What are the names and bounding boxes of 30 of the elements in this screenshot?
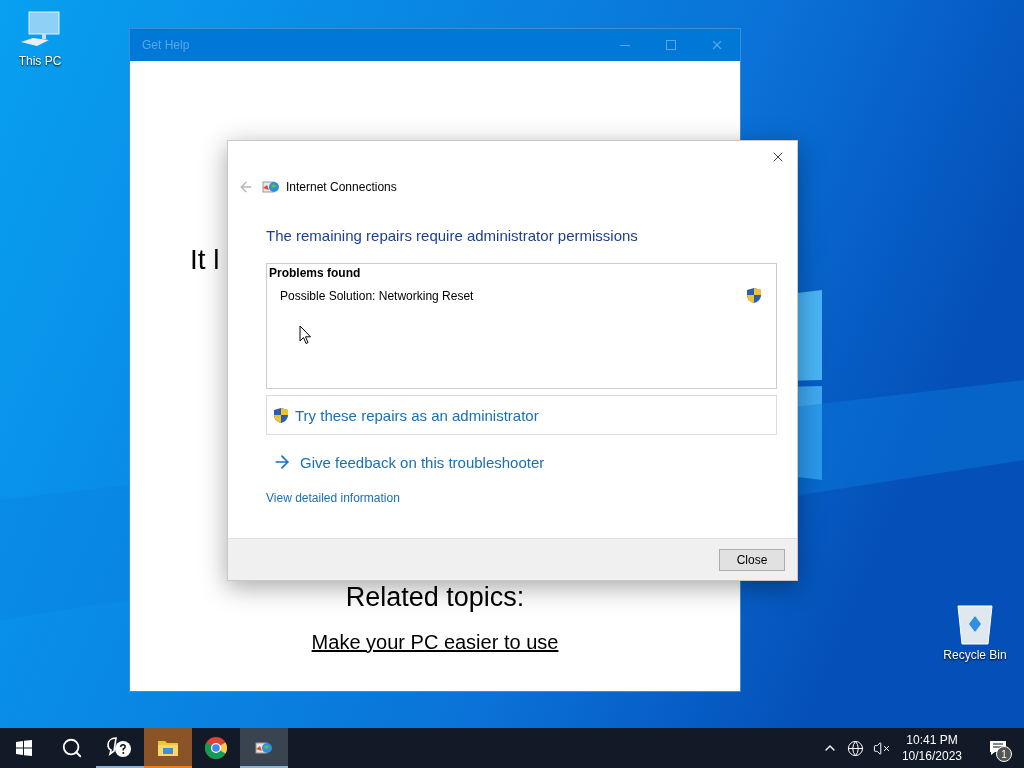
- window-title: Get Help: [142, 38, 191, 52]
- folder-icon: [157, 739, 179, 757]
- network-icon: [262, 179, 280, 195]
- help-chat-icon: [107, 736, 133, 760]
- network-globe-icon[interactable]: [845, 738, 866, 758]
- admin-repair-button[interactable]: Try these repairs as an administrator: [266, 395, 777, 435]
- dialog-title: Internet Connections: [286, 180, 397, 194]
- maximize-icon: [666, 40, 676, 50]
- related-topic-link[interactable]: Make your PC easier to use: [311, 631, 559, 654]
- details-link[interactable]: View detailed information: [266, 491, 400, 505]
- windows-logo-icon: [16, 740, 32, 756]
- close-button[interactable]: Close: [719, 548, 785, 571]
- section-heading: Related topics:: [345, 582, 525, 613]
- dialog-heading: The remaining repairs require administrator permissions: [266, 227, 639, 244]
- problem-item[interactable]: Possible Solution: Networking Reset: [280, 288, 474, 303]
- search-icon: [61, 737, 83, 759]
- mouse-cursor-icon: [299, 325, 312, 345]
- taskbar-clock[interactable]: 10:41 PM 10/16/2023: [901, 732, 962, 764]
- browser-icon: [204, 736, 228, 760]
- close-icon: [710, 38, 724, 52]
- notification-button[interactable]: 1: [978, 728, 1018, 768]
- feedback-link[interactable]: Give feedback on this troubleshooter: [272, 452, 545, 472]
- network-troubleshooter-icon: [255, 740, 273, 756]
- notification-count: 1: [996, 746, 1012, 762]
- shield-icon: [273, 406, 289, 424]
- panel-title: Problems found: [269, 266, 362, 280]
- recycle-bin-icon: [955, 602, 995, 646]
- page-heading: It l: [190, 244, 220, 276]
- minimize-icon: [620, 44, 630, 46]
- desktop-icon-label[interactable]: Recycle Bin: [943, 648, 1007, 662]
